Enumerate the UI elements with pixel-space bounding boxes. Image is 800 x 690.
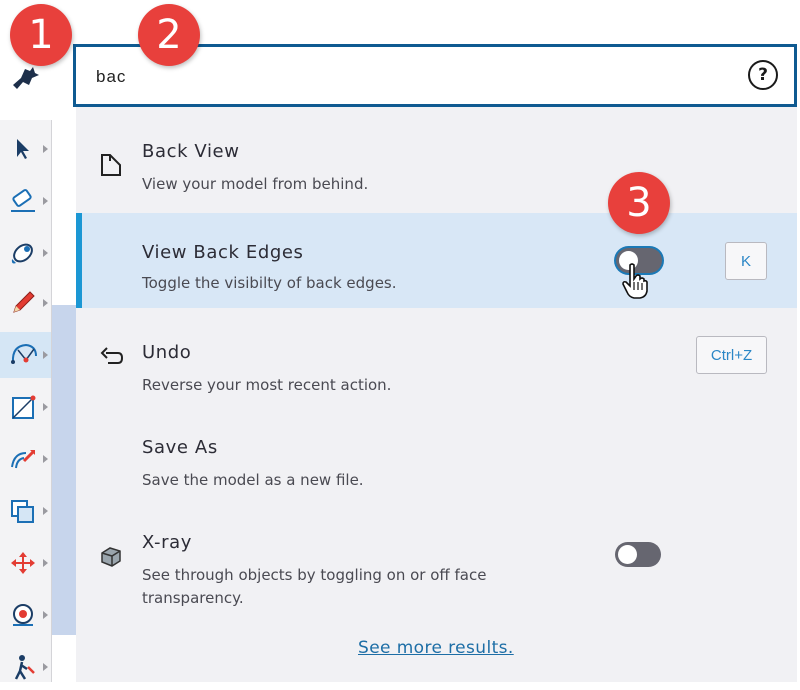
- shortcut-badge: Ctrl+Z: [696, 336, 767, 374]
- tape-measure-tool[interactable]: [0, 592, 51, 638]
- selection-accent: [76, 213, 82, 308]
- result-title: Undo: [142, 342, 192, 363]
- result-title: Save As: [142, 437, 218, 458]
- tape-measure-icon: [13, 604, 33, 626]
- result-description: See through objects by toggling on or of…: [142, 566, 487, 607]
- result-title: View Back Edges: [142, 242, 304, 263]
- rectangle-tool[interactable]: [0, 384, 51, 430]
- offset-icon: [11, 500, 34, 523]
- result-description: Reverse your most recent action.: [142, 376, 392, 394]
- result-undo[interactable]: Undo Reverse your most recent action. Ct…: [76, 308, 797, 403]
- result-description: Save the model as a new file.: [142, 471, 364, 489]
- undo-icon: [100, 347, 124, 364]
- result-view-back-edges[interactable]: View Back Edges Toggle the visibilty of …: [76, 213, 797, 308]
- see-more-results-link[interactable]: See more results.: [358, 638, 514, 658]
- result-description: View your model from behind.: [142, 175, 369, 193]
- select-tool[interactable]: [0, 126, 51, 172]
- eraser-icon: [11, 189, 35, 212]
- result-x-ray[interactable]: X-ray See through objects by toggling on…: [76, 498, 797, 613]
- arrow-cursor-icon: [17, 139, 29, 159]
- arc-tool[interactable]: [0, 332, 51, 378]
- walk-icon: [14, 655, 35, 680]
- paint-bucket-icon: [11, 243, 33, 264]
- push-pull-tool[interactable]: [0, 436, 51, 482]
- shortcut-badge: K: [725, 242, 767, 280]
- rectangle-icon: [12, 395, 36, 419]
- paint-bucket-tool[interactable]: [0, 230, 51, 276]
- callout-2: 2: [138, 4, 200, 66]
- result-title: X-ray: [142, 532, 193, 553]
- pencil-icon: [13, 291, 35, 313]
- hand-cursor-icon: [622, 263, 648, 299]
- eraser-tool[interactable]: [0, 178, 51, 224]
- result-save-as[interactable]: Save As Save the model as a new file.: [76, 403, 797, 498]
- callout-1: 1: [10, 4, 72, 66]
- result-description: Toggle the visibilty of back edges.: [142, 274, 397, 292]
- xray-icon: [101, 547, 121, 567]
- x-ray-toggle[interactable]: [615, 542, 661, 567]
- search-results-panel: Back View View your model from behind. V…: [76, 107, 797, 682]
- left-toolbar: [0, 120, 52, 682]
- help-icon[interactable]: ?: [748, 60, 778, 90]
- offset-tool[interactable]: [0, 488, 51, 534]
- toggle-knob: [618, 545, 637, 564]
- result-back-view[interactable]: Back View View your model from behind.: [76, 107, 797, 202]
- arc-icon: [11, 343, 37, 364]
- model-geometry: [52, 305, 76, 635]
- move-tool[interactable]: [0, 540, 51, 586]
- sketchup-logo-icon: [12, 67, 39, 89]
- back-view-icon: [101, 154, 121, 176]
- walk-tool[interactable]: [0, 644, 51, 690]
- move-icon: [11, 552, 35, 574]
- callout-3: 3: [608, 172, 670, 234]
- result-title: Back View: [142, 141, 240, 162]
- pencil-tool[interactable]: [0, 280, 51, 326]
- follow-me-icon: [11, 449, 36, 469]
- search-input[interactable]: [94, 61, 698, 93]
